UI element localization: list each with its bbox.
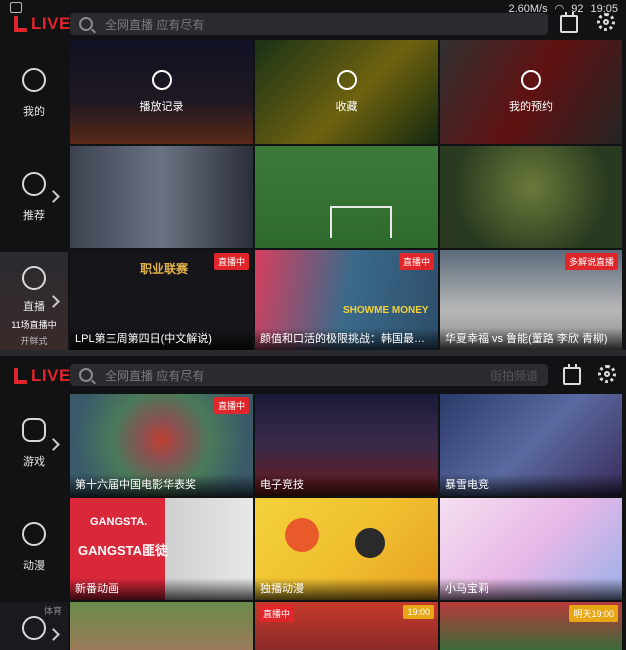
video-tile[interactable]	[255, 146, 438, 248]
search-icon	[79, 17, 93, 31]
search-placeholder: 全网直播 应有尽有	[105, 368, 205, 383]
tile-caption: 独播动漫	[255, 578, 438, 600]
sidebar-item-label: 游戏	[23, 456, 45, 468]
heart-icon	[336, 70, 357, 90]
thumbs-up-icon	[22, 172, 46, 196]
sidebar-item-anime[interactable]: 动漫	[0, 522, 68, 573]
chevron-right-icon	[47, 190, 60, 203]
tile-label: 收藏	[335, 101, 358, 113]
chevron-right-icon	[47, 628, 60, 641]
wifi-icon: ◠	[554, 3, 565, 15]
football-icon	[22, 616, 46, 640]
tile-label: 播放记录	[139, 101, 184, 113]
letv-logo[interactable]: LIVE	[12, 14, 71, 34]
reservations-tile[interactable]: 我的预约	[440, 40, 622, 144]
search-bar[interactable]: 全网直播 应有尽有 街拍频道	[70, 364, 548, 386]
sidebar-item-live[interactable]: 直播 11场直播中 开鲜式	[0, 252, 68, 350]
tile-label: 我的预约	[509, 101, 553, 113]
show-logo-text: SHOWME MONEY	[343, 305, 429, 316]
search-bar[interactable]: 全网直播 应有尽有	[70, 13, 548, 35]
character-graphic	[355, 528, 385, 558]
tile-caption: 新番动画	[70, 578, 253, 600]
schedule-badge: 明天19:00	[569, 605, 618, 622]
live-badge: 直播中	[259, 605, 295, 622]
live-camera-icon	[22, 266, 46, 290]
video-tile[interactable]: 直播中 19:00	[255, 602, 438, 650]
settings-gear-icon[interactable]	[598, 365, 616, 383]
category-tile[interactable]: 独播动漫	[255, 498, 438, 600]
gamepad-icon	[22, 418, 46, 442]
live-tile[interactable]: SHOWME MONEY 直播中 颜值和口活的极限挑战：韩国最…	[255, 250, 438, 350]
live-badge: 直播中	[213, 253, 249, 270]
video-tile[interactable]: 明天19:00	[440, 602, 622, 650]
sidebar-item-label: 我的	[23, 106, 45, 118]
anime-icon	[22, 522, 46, 546]
live-tile[interactable]: 职业联赛 直播中 LPL第三周第四日(中文解说)	[70, 250, 253, 350]
search-hot-text: 街拍频道	[489, 368, 538, 383]
logo-text: LIVE	[31, 366, 71, 385]
tile-caption: 小马宝莉	[440, 578, 622, 600]
sidebar-item-mine[interactable]: 我的	[0, 68, 68, 119]
schedule-badge: 19:00	[403, 605, 434, 619]
goal-net-graphic	[330, 206, 392, 238]
video-tile[interactable]	[70, 146, 253, 248]
settings-gear-icon[interactable]	[597, 13, 615, 31]
live-badge: 直播中	[398, 253, 434, 270]
anime-logo-small: GANGSTA.	[90, 516, 148, 528]
video-tile[interactable]	[440, 146, 622, 248]
live-badge: 直播中	[213, 397, 249, 414]
letv-logo[interactable]: LIVE	[12, 366, 71, 386]
sidebar-item-recommend[interactable]: 推荐	[0, 172, 68, 223]
video-tile[interactable]	[70, 602, 253, 650]
sidebar-footer-text: 开鲜式	[20, 336, 48, 346]
category-tile[interactable]: 电子竞技	[255, 394, 438, 496]
user-icon	[22, 68, 46, 92]
notification-icon	[10, 2, 22, 13]
tile-caption: 暴雪电竞	[440, 474, 622, 496]
tile-caption: 电子竞技	[255, 474, 438, 496]
logo-text: LIVE	[31, 14, 71, 33]
sidebar-item-label: 推荐	[23, 210, 45, 222]
tile-caption: 第十六届中国电影华表奖	[70, 474, 253, 496]
category-tile[interactable]: GANGSTA. GANGSTA匪徒 新番动画	[70, 498, 253, 600]
sidebar-item-label: 体育	[43, 606, 62, 616]
video-tile[interactable]: 直播中 第十六届中国电影华表奖	[70, 394, 253, 496]
tile-caption: 颜值和口活的极限挑战：韩国最…	[255, 328, 438, 350]
league-logo-text: 职业联赛	[140, 262, 189, 276]
character-graphic	[285, 518, 319, 552]
logo-mark-icon	[12, 368, 28, 384]
anime-title-art: GANGSTA匪徒	[78, 543, 169, 558]
sidebar-item-games[interactable]: 游戏	[0, 418, 68, 469]
history-tile[interactable]: 播放记录	[70, 40, 253, 144]
search-placeholder: 全网直播 应有尽有	[105, 17, 205, 32]
category-tile[interactable]: 暴雪电竞	[440, 394, 622, 496]
alarm-icon	[521, 70, 541, 90]
screen-bottom: LIVE 全网直播 应有尽有 街拍频道 游戏 动漫 体育 直播中 第十六届中国电…	[0, 356, 626, 650]
chevron-right-icon	[47, 438, 60, 451]
screen-top: 2.60M/s ◠ 92 19:05 LIVE 全网直播 应有尽有 我的 推荐 …	[0, 0, 626, 350]
sidebar-item-label: 动漫	[23, 560, 45, 572]
calendar-icon[interactable]	[563, 364, 581, 385]
logo-mark-icon	[12, 16, 28, 32]
sidebar-item-sports[interactable]: 体育	[0, 602, 68, 650]
calendar-icon[interactable]	[560, 12, 578, 33]
tile-caption: 华夏幸福 vs 鲁能(董路 李欣 青柳)	[440, 328, 622, 350]
live-count: 11场直播中	[11, 320, 57, 330]
multi-commentary-badge: 多解说直播	[564, 253, 618, 270]
live-tile[interactable]: 多解说直播 华夏幸福 vs 鲁能(董路 李欣 青柳)	[440, 250, 622, 350]
clock-icon	[151, 70, 172, 90]
tile-caption: LPL第三周第四日(中文解说)	[70, 328, 253, 350]
search-icon	[79, 368, 93, 382]
battery-level: 92	[571, 2, 584, 15]
favorites-tile[interactable]: 收藏	[255, 40, 438, 144]
category-tile[interactable]: 小马宝莉	[440, 498, 622, 600]
